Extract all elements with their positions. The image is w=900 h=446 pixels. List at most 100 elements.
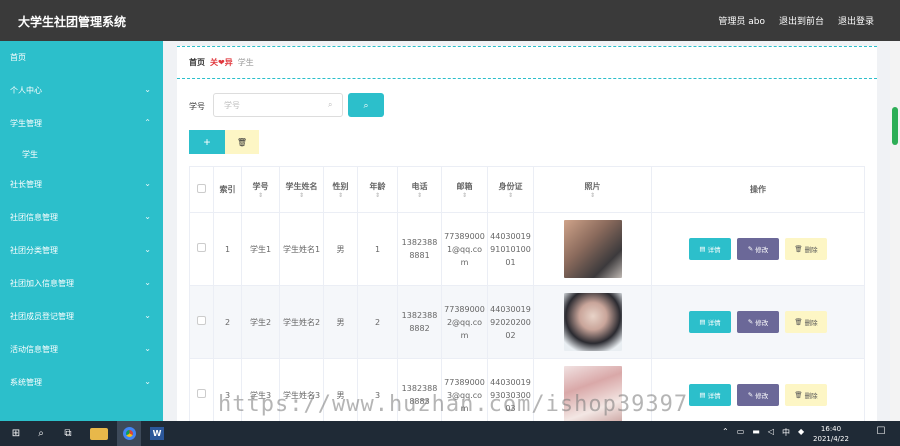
row-select-cell[interactable] [189, 212, 214, 286]
sidebar-item-label: 首页 [10, 53, 26, 62]
chevron-down-icon: ⌄ [144, 278, 151, 287]
sort-icon[interactable]: ⇕ [536, 192, 649, 199]
sidebar-item-president-management[interactable]: 社长管理 ⌄ [0, 168, 163, 201]
column-header-photo[interactable]: 照片 ⇕ [533, 166, 652, 213]
detail-icon: ▤ [699, 392, 706, 399]
antivirus-icon[interactable]: ◆ [798, 427, 804, 438]
student-photo [563, 293, 622, 351]
breadcrumb-home[interactable]: 首页 [189, 57, 205, 68]
sidebar-item-club-category[interactable]: 社团分类管理 ⌄ [0, 234, 163, 267]
network-icon[interactable]: ▭ [737, 427, 745, 438]
column-header-email[interactable]: 邮箱 ⇕ [441, 166, 488, 213]
sidebar: 首页 个人中心 ⌄ 学生管理 ⌃ 学生 社长管理 ⌄ 社团信息管理 ⌄ 社团分类… [0, 41, 163, 421]
main-content: 首页 关❤异 学生 学号 ⌕ ⌕ + 🗑 索引 学号⇕ 学生姓名⇕ 性别⇕ 年龄… [163, 41, 890, 421]
cell-name: 学生姓名2 [279, 285, 324, 359]
sidebar-item-club-info[interactable]: 社团信息管理 ⌄ [0, 201, 163, 234]
add-button[interactable]: + [189, 130, 225, 154]
file-explorer-icon[interactable] [90, 428, 108, 440]
cell-index: 2 [213, 285, 242, 359]
column-header-age[interactable]: 年龄 ⇕ [357, 166, 398, 213]
cell-photo [533, 212, 652, 286]
chrome-icon[interactable] [117, 421, 141, 446]
row-select-cell[interactable] [189, 358, 214, 421]
sort-icon[interactable]: ⇕ [490, 192, 531, 199]
column-header-phone[interactable]: 电话 ⇕ [397, 166, 442, 213]
sort-icon[interactable]: ⇕ [282, 192, 321, 199]
sort-icon[interactable]: ⇕ [326, 192, 355, 199]
content-card: 首页 关❤异 学生 学号 ⌕ ⌕ + 🗑 索引 学号⇕ 学生姓名⇕ 性别⇕ 年龄… [177, 46, 877, 421]
windows-start-icon[interactable]: ⊞ [8, 425, 24, 442]
sidebar-item-label: 学生管理 [10, 119, 42, 128]
row-checkbox[interactable] [197, 315, 206, 325]
detail-button[interactable]: ▤ 详情 [689, 384, 731, 406]
detail-button[interactable]: ▤ 详情 [689, 238, 731, 260]
edit-icon: ✎ [747, 246, 754, 253]
clock[interactable]: 16:40 2021/4/22 [806, 424, 856, 444]
edit-icon: ✎ [747, 319, 754, 326]
chevron-down-icon: ⌄ [144, 179, 151, 188]
ime-indicator[interactable]: 中 [782, 427, 790, 438]
task-view-icon[interactable]: ⧉ [60, 425, 76, 442]
cell-idcard: 440300199202020002 [487, 285, 534, 359]
edit-icon: ✎ [747, 392, 754, 399]
page-scrollbar[interactable] [890, 41, 900, 421]
trash-icon: 🗑 [794, 392, 803, 399]
student-photo [563, 220, 622, 278]
batch-delete-button[interactable]: 🗑 [225, 130, 259, 154]
delete-button[interactable]: 🗑 删除 [785, 311, 827, 333]
sidebar-item-club-join[interactable]: 社团加入信息管理 ⌄ [0, 267, 163, 300]
scrollbar-thumb[interactable] [892, 107, 898, 145]
row-checkbox[interactable] [197, 242, 206, 252]
row-checkbox[interactable] [197, 388, 206, 398]
select-all-checkbox[interactable] [197, 184, 206, 193]
sort-icon[interactable]: ⇕ [360, 192, 395, 199]
chevron-up-icon[interactable]: ⌃ [722, 427, 729, 438]
app-title: 大学生社团管理系统 [18, 15, 127, 29]
sidebar-subitem-student[interactable]: 学生 [0, 140, 163, 168]
logout-link[interactable]: 退出登录 [838, 14, 874, 27]
row-select-cell[interactable] [189, 285, 214, 359]
cell-idcard: 440300199101010001 [487, 212, 534, 286]
edit-button[interactable]: ✎ 修改 [737, 384, 779, 406]
sort-icon[interactable]: ⇕ [444, 192, 485, 199]
search-icon: ⌕ [328, 100, 333, 109]
column-header-gender[interactable]: 性别 ⇕ [323, 166, 358, 213]
sort-icon[interactable]: ⇕ [244, 192, 277, 199]
sidebar-item-activity-info[interactable]: 活动信息管理 ⌄ [0, 333, 163, 366]
edit-button[interactable]: ✎ 修改 [737, 238, 779, 260]
column-header-actions: 操作 [651, 166, 865, 213]
cell-email: 773890001@qq.com [441, 212, 488, 286]
sidebar-item-label: 个人中心 [10, 86, 42, 95]
table-row: 2 学生2 学生姓名2 男 2 13823888882 773890002@qq… [189, 285, 865, 359]
delete-button[interactable]: 🗑 删除 [785, 384, 827, 406]
select-all-cell[interactable] [189, 166, 214, 213]
search-icon[interactable]: ⌕ [33, 425, 49, 442]
column-header-name[interactable]: 学生姓名 ⇕ [279, 166, 324, 213]
search-input[interactable] [213, 93, 343, 117]
sidebar-item-label: 社团加入信息管理 [10, 279, 74, 288]
trash-icon: 🗑 [794, 246, 803, 253]
sidebar-subitem-label: 学生 [22, 149, 38, 159]
volume-icon[interactable]: ◁ [768, 427, 774, 438]
search-button[interactable]: ⌕ [348, 93, 384, 117]
cell-id: 学生1 [241, 212, 280, 286]
chevron-down-icon: ⌄ [144, 85, 151, 94]
column-header-id[interactable]: 学号 ⇕ [241, 166, 280, 213]
trash-icon: 🗑 [794, 319, 803, 326]
sidebar-item-profile[interactable]: 个人中心 ⌄ [0, 74, 163, 107]
sidebar-item-home[interactable]: 首页 [0, 41, 163, 74]
back-to-front-link[interactable]: 退出到前台 [779, 14, 824, 27]
sort-icon[interactable]: ⇕ [400, 192, 439, 199]
sidebar-item-student-management[interactable]: 学生管理 ⌃ [0, 107, 163, 140]
sidebar-item-system-management[interactable]: 系统管理 ⌄ [0, 366, 163, 399]
edit-button[interactable]: ✎ 修改 [737, 311, 779, 333]
notification-icon[interactable]: ☐ [873, 426, 889, 441]
sidebar-item-label: 社团信息管理 [10, 213, 58, 222]
sidebar-item-member-registration[interactable]: 社团成员登记管理 ⌄ [0, 300, 163, 333]
word-icon[interactable]: W [150, 427, 164, 440]
delete-button[interactable]: 🗑 删除 [785, 238, 827, 260]
cell-email: 773890002@qq.com [441, 285, 488, 359]
column-header-idcard[interactable]: 身份证 ⇕ [487, 166, 534, 213]
detail-button[interactable]: ▤ 详情 [689, 311, 731, 333]
battery-icon[interactable]: ▬ [752, 427, 760, 438]
